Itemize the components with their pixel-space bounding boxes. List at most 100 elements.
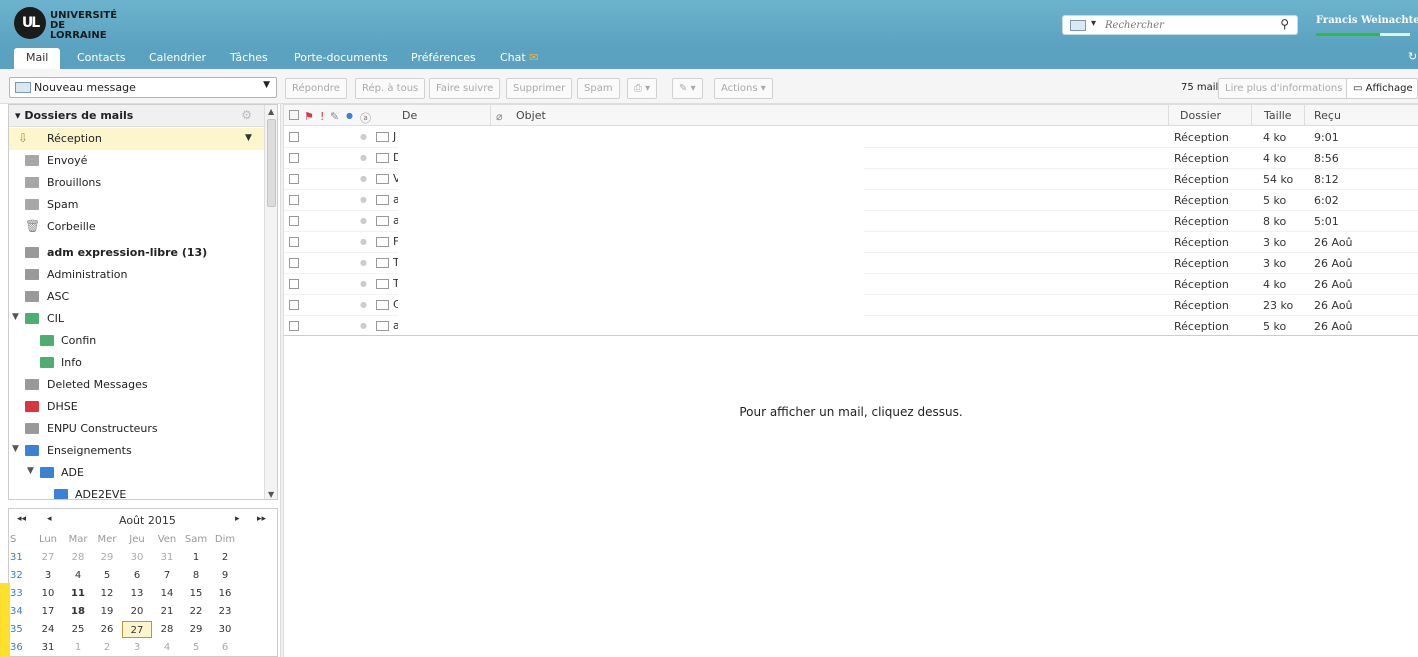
folder-inbox[interactable]: ⇩ Réception ▼ bbox=[9, 128, 264, 150]
unread-dot-icon[interactable]: ● bbox=[360, 258, 367, 267]
calendar-day[interactable]: 9 bbox=[210, 567, 240, 584]
calendar-day[interactable]: 24 bbox=[33, 621, 63, 638]
calendar-day[interactable]: 28 bbox=[63, 549, 93, 566]
calendar-day[interactable]: 3 bbox=[33, 567, 63, 584]
column-subject[interactable]: Objet bbox=[516, 109, 546, 122]
sender-icon[interactable]: ⓐ bbox=[360, 110, 371, 126]
calendar-day[interactable]: 12 bbox=[92, 585, 122, 602]
calendar-day[interactable]: 17 bbox=[33, 603, 63, 620]
tab-calendar[interactable]: Calendrier bbox=[149, 51, 206, 64]
row-checkbox[interactable] bbox=[289, 132, 299, 142]
calendar-day[interactable]: 25 bbox=[63, 621, 93, 638]
calendar-day[interactable]: 28 bbox=[152, 621, 182, 638]
tab-tasks[interactable]: Tâches bbox=[230, 51, 268, 64]
print-button[interactable]: ⎙ ▾ bbox=[627, 78, 658, 99]
scrollbar-thumb[interactable] bbox=[267, 119, 276, 207]
next-month-icon[interactable]: ▸ bbox=[235, 514, 240, 524]
folder-adm-expression-libre[interactable]: adm expression-libre (13) bbox=[9, 242, 264, 264]
prev-year-icon[interactable]: ◂◂ bbox=[17, 514, 26, 524]
row-checkbox[interactable] bbox=[289, 237, 299, 247]
forward-button[interactable]: Faire suivre bbox=[429, 78, 501, 99]
flag-icon[interactable]: ⚑ bbox=[304, 110, 314, 123]
folder-sent[interactable]: Envoyé bbox=[9, 150, 264, 172]
row-checkbox[interactable] bbox=[289, 153, 299, 163]
calendar-day[interactable]: 18 bbox=[63, 603, 93, 620]
calendar-day[interactable]: 20 bbox=[122, 603, 152, 620]
reply-all-button[interactable]: Rép. à tous bbox=[355, 78, 426, 99]
column-received[interactable]: Reçu bbox=[1314, 109, 1341, 122]
folder-asc[interactable]: ASC bbox=[9, 286, 264, 308]
attachment-icon[interactable]: ⌀ bbox=[496, 110, 503, 123]
calendar-day[interactable]: 14 bbox=[152, 585, 182, 602]
unread-dot-icon[interactable]: ● bbox=[360, 153, 367, 162]
calendar-day[interactable]: 6 bbox=[122, 567, 152, 584]
unread-dot-icon[interactable]: ● bbox=[360, 279, 367, 288]
delete-button[interactable]: Supprimer bbox=[506, 78, 573, 99]
folder-deleted-messages[interactable]: Deleted Messages bbox=[9, 374, 264, 396]
next-year-icon[interactable]: ▸▸ bbox=[257, 514, 266, 524]
folder-info[interactable]: Info bbox=[9, 352, 264, 374]
calendar-day[interactable]: 30 bbox=[210, 621, 240, 638]
calendar-day[interactable]: 26 bbox=[92, 621, 122, 638]
calendar-day[interactable]: 2 bbox=[92, 639, 122, 656]
folder-dhse[interactable]: DHSE bbox=[9, 396, 264, 418]
column-size[interactable]: Taille bbox=[1264, 109, 1292, 122]
new-message-button[interactable]: Nouveau message ▼ bbox=[9, 77, 277, 98]
actions-button[interactable]: Actions ▾ bbox=[714, 78, 773, 99]
week-number[interactable]: 34 bbox=[9, 603, 25, 620]
tab-contacts[interactable]: Contacts bbox=[77, 51, 126, 64]
calendar-day[interactable]: 5 bbox=[92, 567, 122, 584]
week-number[interactable]: 36 bbox=[9, 639, 25, 656]
unread-dot-icon[interactable]: ● bbox=[360, 216, 367, 225]
unread-dot-icon[interactable]: ● bbox=[360, 132, 367, 141]
folder-drafts[interactable]: Brouillons bbox=[9, 172, 264, 194]
calendar-day[interactable]: 31 bbox=[33, 639, 63, 656]
expand-toggle-icon[interactable]: ▼ bbox=[27, 466, 34, 476]
calendar-day[interactable]: 8 bbox=[181, 567, 211, 584]
priority-icon[interactable]: ! bbox=[320, 110, 324, 123]
reply-button[interactable]: Répondre bbox=[285, 78, 347, 99]
scroll-down-icon[interactable]: ▼ bbox=[268, 490, 274, 499]
row-checkbox[interactable] bbox=[289, 174, 299, 184]
calendar-day[interactable]: 15 bbox=[181, 585, 211, 602]
week-number[interactable]: 31 bbox=[9, 549, 25, 566]
calendar-day[interactable]: 1 bbox=[63, 639, 93, 656]
calendar-day[interactable]: 27 bbox=[122, 621, 152, 638]
chevron-down-icon[interactable]: ▾ bbox=[1091, 18, 1096, 29]
week-number[interactable]: 32 bbox=[9, 567, 25, 584]
calendar-day[interactable]: 4 bbox=[63, 567, 93, 584]
search-icon[interactable]: ⚲ bbox=[1280, 17, 1289, 31]
tag-icon[interactable]: ✎ bbox=[330, 110, 339, 123]
calendar-day[interactable]: 29 bbox=[181, 621, 211, 638]
week-number[interactable]: 35 bbox=[9, 621, 25, 638]
row-checkbox[interactable] bbox=[289, 321, 299, 331]
unread-dot-icon[interactable]: ● bbox=[360, 300, 367, 309]
calendar-day[interactable]: 2 bbox=[210, 549, 240, 566]
spam-button[interactable]: Spam bbox=[577, 78, 620, 99]
prev-month-icon[interactable]: ◂ bbox=[47, 514, 52, 524]
gear-icon[interactable]: ⚙ bbox=[241, 108, 252, 122]
mail-type-icon[interactable] bbox=[1070, 20, 1086, 31]
tag-button[interactable]: ✎ ▾ bbox=[672, 78, 703, 99]
tab-preferences[interactable]: Préférences bbox=[411, 51, 476, 64]
calendar-day[interactable]: 7 bbox=[152, 567, 182, 584]
folder-panel-header[interactable]: ▾ Dossiers de mails ⚙ bbox=[9, 105, 264, 127]
calendar-day[interactable]: 21 bbox=[152, 603, 182, 620]
folder-cil[interactable]: ▼ CIL bbox=[9, 308, 264, 330]
week-number[interactable]: 33 bbox=[9, 585, 25, 602]
calendar-day[interactable]: 6 bbox=[210, 639, 240, 656]
folder-spam[interactable]: Spam bbox=[9, 194, 264, 216]
row-checkbox[interactable] bbox=[289, 258, 299, 268]
folder-ade2eve[interactable]: ADE2EVE bbox=[9, 484, 264, 499]
folder-enpu-constructeurs[interactable]: ENPU Constructeurs bbox=[9, 418, 264, 440]
calendar-day[interactable]: 23 bbox=[210, 603, 240, 620]
calendar-day[interactable]: 4 bbox=[152, 639, 182, 656]
calendar-day[interactable]: 13 bbox=[122, 585, 152, 602]
unread-dot-icon[interactable]: ● bbox=[360, 174, 367, 183]
folder-enseignements[interactable]: ▼ Enseignements bbox=[9, 440, 264, 462]
tab-mail[interactable]: Mail bbox=[14, 48, 61, 69]
folder-trash[interactable]: 🗑 Corbeille bbox=[9, 216, 264, 238]
row-checkbox[interactable] bbox=[289, 216, 299, 226]
calendar-day[interactable]: 1 bbox=[181, 549, 211, 566]
calendar-day[interactable]: 29 bbox=[92, 549, 122, 566]
